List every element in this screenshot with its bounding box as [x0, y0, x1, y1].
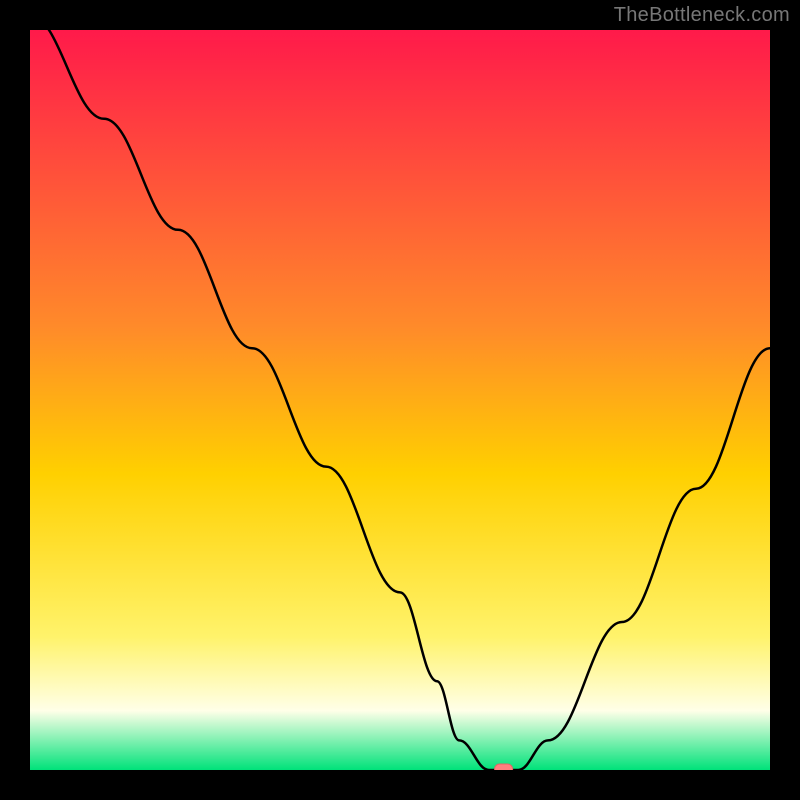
- attribution-watermark: TheBottleneck.com: [614, 4, 790, 27]
- optimum-marker: [495, 764, 513, 770]
- gradient-background: [30, 30, 770, 770]
- chart-container: TheBottleneck.com: [0, 0, 800, 800]
- plot-area: [30, 30, 770, 770]
- bottleneck-curve-chart: [30, 30, 770, 770]
